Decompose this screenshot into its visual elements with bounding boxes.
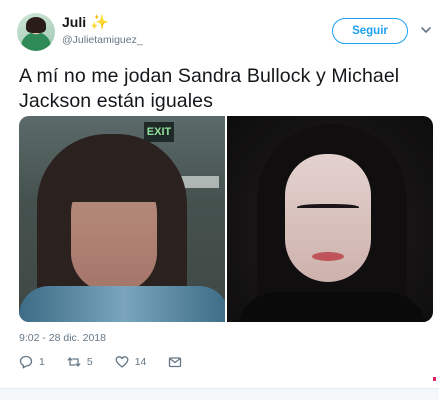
tweet-actions: 1 5 14 (19, 355, 204, 369)
exit-sign: EXIT (144, 122, 174, 142)
envelope-icon (169, 357, 182, 368)
tweet-card: Juli ✨ @Julietamiguez_ Seguir A mí no me… (0, 0, 439, 388)
chevron-down-icon[interactable] (420, 24, 432, 36)
tweet-timestamp[interactable]: 9:02 - 28 dic. 2018 (19, 332, 106, 344)
notification-dot (433, 377, 436, 381)
avatar[interactable] (17, 13, 55, 51)
reply-action[interactable]: 1 (19, 355, 45, 369)
author-display-name[interactable]: Juli (62, 14, 86, 30)
sparkles-emoji: ✨ (90, 13, 109, 31)
retweet-count: 5 (86, 356, 93, 368)
reply-count: 1 (39, 356, 45, 368)
tweet-text: A mí no me jodan Sandra Bullock y Michae… (19, 65, 400, 112)
like-action[interactable]: 14 (115, 355, 147, 369)
photo-sandra-bullock[interactable]: EXIT (19, 116, 225, 322)
follow-button[interactable]: Seguir (332, 18, 408, 44)
tweet-media[interactable]: EXIT (19, 116, 433, 322)
author-name-row: Juli ✨ (62, 14, 109, 30)
retweet-action[interactable]: 5 (67, 355, 93, 369)
author-handle[interactable]: @Julietamiguez_ (62, 34, 143, 46)
reply-icon (19, 355, 33, 369)
direct-message-action[interactable] (168, 355, 182, 369)
like-count: 14 (134, 356, 147, 368)
retweet-icon (67, 357, 81, 367)
photo-michael-jackson[interactable] (227, 116, 433, 322)
bottom-divider (0, 388, 439, 400)
heart-icon (115, 356, 129, 368)
